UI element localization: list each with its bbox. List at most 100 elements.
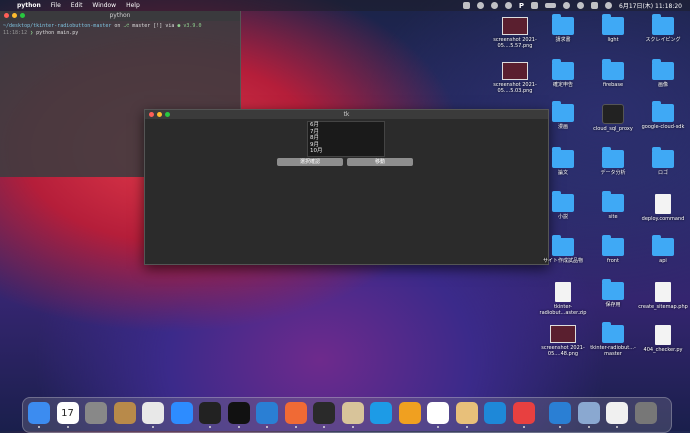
desktop-item[interactable]: スクレイピング bbox=[637, 14, 689, 43]
desktop-item[interactable]: light bbox=[587, 14, 639, 43]
terminal-icon[interactable] bbox=[227, 402, 250, 424]
prompt-on: on bbox=[111, 23, 124, 29]
desktop-item-label: 論文 bbox=[557, 170, 568, 176]
desktop-item-label: 漫画 bbox=[557, 124, 568, 130]
status-compass-icon[interactable] bbox=[490, 2, 498, 9]
list-item[interactable]: 7月 bbox=[308, 129, 384, 136]
desktop-item[interactable]: deploy.command bbox=[637, 194, 689, 222]
tk-window[interactable]: tk 6月 7月 8月 9月 10月 選択確認 移動 bbox=[144, 109, 549, 265]
desktop-item[interactable]: 画像 bbox=[637, 59, 689, 88]
desktop-item[interactable]: create_sitemap.php bbox=[637, 282, 689, 310]
desktop-item[interactable]: 保存用 bbox=[587, 279, 639, 308]
terminal-output[interactable]: ~/desktop/tkinter-radiobutton-master on … bbox=[0, 21, 240, 39]
desktop-item[interactable]: google-cloud-sdk bbox=[637, 101, 689, 130]
dock-running-indicator bbox=[209, 426, 211, 428]
move-button[interactable]: 移動 bbox=[347, 158, 413, 166]
system-prefs-icon[interactable] bbox=[85, 402, 107, 424]
month-listbox[interactable]: 6月 7月 8月 9月 10月 bbox=[307, 121, 385, 157]
desktop-item-label: データ分析 bbox=[600, 170, 626, 176]
desktop-item[interactable]: screenshot 2021-05....5.57.png bbox=[489, 17, 541, 49]
tk-zoom-button[interactable] bbox=[165, 112, 170, 117]
dock-running-indicator bbox=[38, 426, 40, 428]
desktop-item[interactable]: 404_checker.py bbox=[637, 325, 689, 353]
status-area: P 6月17日(木) 11:18:20 bbox=[462, 0, 682, 11]
desktop-item[interactable]: サイト作成試品物 bbox=[537, 235, 589, 264]
desktop-item[interactable]: screenshot 2021-05....5.03.png bbox=[489, 62, 541, 94]
vscode2-icon[interactable] bbox=[549, 402, 571, 424]
menu-clock[interactable]: 6月17日(木) 11:18:20 bbox=[619, 1, 682, 10]
search-icon[interactable] bbox=[577, 2, 584, 9]
menu-edit[interactable]: Edit bbox=[71, 2, 83, 9]
desktop-item[interactable]: 漫画 bbox=[537, 101, 589, 130]
finder-icon[interactable] bbox=[28, 402, 50, 424]
list-item[interactable]: 6月 bbox=[308, 122, 384, 129]
desktop-item-label: site bbox=[608, 214, 618, 220]
desktop-item[interactable]: 小説 bbox=[537, 191, 589, 220]
desktop-item[interactable]: 請求書 bbox=[537, 14, 589, 43]
contacts-icon[interactable] bbox=[113, 402, 136, 424]
desktop-item[interactable]: api bbox=[637, 235, 689, 264]
select-confirm-button[interactable]: 選択確認 bbox=[277, 158, 343, 166]
desktop-item[interactable]: site bbox=[587, 191, 639, 220]
menu-window[interactable]: Window bbox=[92, 2, 116, 9]
prompt-path: ~/desktop/tkinter-radiobutton-master bbox=[3, 23, 112, 29]
desktop-item[interactable]: 論文 bbox=[537, 147, 589, 176]
desktop-item[interactable]: 確定申告 bbox=[537, 59, 589, 88]
tk-window-controls bbox=[149, 112, 170, 117]
cursor-icon[interactable] bbox=[427, 402, 449, 424]
status-ruler-icon[interactable] bbox=[531, 2, 538, 9]
desktop-item[interactable]: ロゴ bbox=[637, 147, 689, 176]
doc-icon bbox=[655, 194, 671, 214]
control-center-icon[interactable] bbox=[591, 2, 598, 9]
status-app-icon[interactable] bbox=[462, 2, 470, 9]
status-battery-icon[interactable] bbox=[545, 3, 556, 8]
tk-title-bar[interactable]: tk bbox=[145, 110, 548, 119]
zoom-button[interactable] bbox=[20, 13, 25, 18]
dock-running-indicator bbox=[294, 426, 297, 428]
menu-file[interactable]: File bbox=[51, 2, 61, 9]
chrome-icon[interactable] bbox=[142, 402, 164, 424]
folder-icon bbox=[652, 235, 674, 256]
trash-icon[interactable] bbox=[634, 402, 657, 424]
menu-app-name[interactable]: python bbox=[17, 2, 41, 9]
siri-icon[interactable] bbox=[605, 2, 612, 9]
python-launcher-icon[interactable] bbox=[341, 402, 364, 424]
desktop-item[interactable]: tkinter-radiobut...-master bbox=[587, 322, 639, 357]
desktop-item[interactable]: front bbox=[587, 235, 639, 264]
quicktime-icon[interactable] bbox=[313, 402, 335, 424]
desktop-item-label: 確定申告 bbox=[552, 82, 573, 88]
desktop-item[interactable]: データ分析 bbox=[587, 147, 639, 176]
preview-icon[interactable] bbox=[455, 402, 478, 424]
desktop-item[interactable]: firebase bbox=[587, 59, 639, 88]
dock-running-indicator bbox=[66, 426, 69, 428]
list-item[interactable]: 8月 bbox=[308, 135, 384, 142]
arduino-icon[interactable] bbox=[484, 402, 506, 424]
document-icon[interactable] bbox=[606, 402, 628, 424]
close-button[interactable] bbox=[4, 13, 9, 18]
menu-help[interactable]: Help bbox=[126, 2, 140, 9]
tk-minimize-button[interactable] bbox=[157, 112, 162, 117]
docker-icon[interactable] bbox=[370, 402, 392, 424]
swift-icon[interactable] bbox=[284, 402, 307, 424]
desktop-item[interactable]: screenshot 2021-05....48.png bbox=[537, 325, 589, 357]
status-time-machine-icon[interactable] bbox=[504, 2, 512, 9]
desktop-item[interactable]: cloud_sql_proxy bbox=[587, 104, 639, 132]
status-p-icon[interactable]: P bbox=[519, 2, 524, 10]
wifi-icon[interactable] bbox=[563, 2, 570, 9]
calendar-icon[interactable]: 17 bbox=[56, 402, 79, 424]
folder-icon bbox=[602, 59, 624, 80]
sourcetree-icon[interactable] bbox=[398, 402, 421, 424]
desktop-item[interactable]: tkinter-radiobut...aster.zip bbox=[537, 282, 589, 316]
finder-window-icon[interactable] bbox=[577, 402, 600, 424]
terminal-title-bar[interactable]: python bbox=[0, 11, 240, 21]
iterm-icon[interactable] bbox=[199, 402, 221, 424]
list-item[interactable]: 10月 bbox=[308, 148, 384, 155]
vscode-icon[interactable] bbox=[256, 402, 278, 424]
status-timer-icon[interactable] bbox=[476, 2, 484, 9]
desktop-item-label: screenshot 2021-05....48.png bbox=[541, 345, 585, 357]
minimize-button[interactable] bbox=[12, 13, 17, 18]
tk-close-button[interactable] bbox=[149, 112, 154, 117]
zoom-icon[interactable] bbox=[170, 402, 193, 424]
prompt-branch: master [!] via bbox=[132, 23, 175, 29]
screen-time-icon[interactable] bbox=[512, 402, 535, 424]
